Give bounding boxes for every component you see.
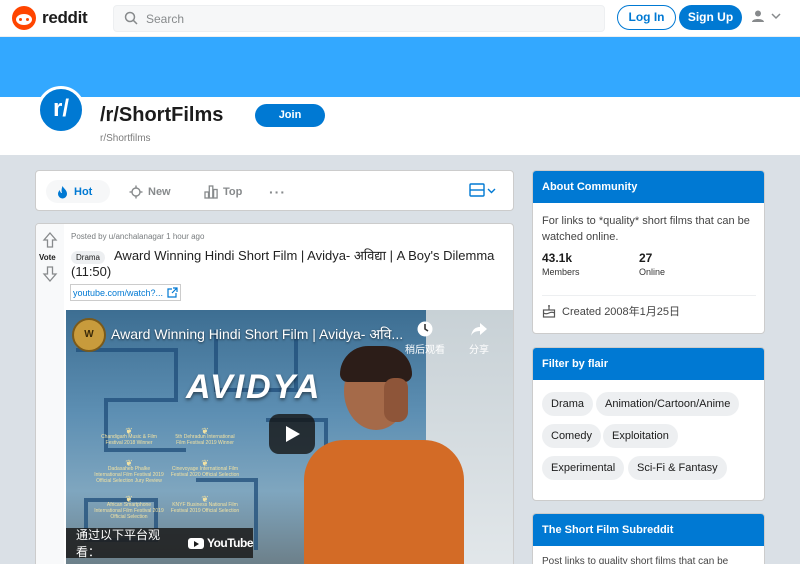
view-mode-dropdown[interactable] — [469, 183, 496, 197]
search-placeholder: Search — [146, 12, 185, 26]
short-film-subreddit-description: Post links to quality short films that c… — [542, 556, 729, 564]
post-meta: Posted by u/anchalanagar 1 hour ago — [71, 232, 205, 241]
watch-later-button[interactable]: 稍后观看 — [403, 320, 447, 356]
youtube-logo: YouTube — [187, 536, 254, 550]
share-arrow-icon — [471, 323, 487, 336]
festival-laurel: Dadasaheb Phalke International Film Fest… — [94, 460, 164, 484]
flair-chip-experimental[interactable]: Experimental — [542, 456, 625, 480]
video-embed[interactable]: W Award Winning Hindi Short Film | Avidy… — [66, 310, 513, 564]
flair-chip-comedy[interactable]: Comedy — [542, 424, 601, 448]
flame-icon — [58, 185, 67, 198]
video-figure-hand — [384, 378, 408, 422]
post-title[interactable]: Award Winning Hindi Short Film | Avidya-… — [71, 248, 501, 280]
flair-chip-exploitation[interactable]: Exploitation — [603, 424, 678, 448]
festival-laurel: Cinevoyage International Film Festival 2… — [170, 460, 240, 478]
watch-later-label: 稍后观看 — [405, 345, 445, 356]
flair-chip-drama[interactable]: Drama — [542, 392, 594, 416]
downvote-icon[interactable] — [42, 266, 58, 282]
video-channel-avatar[interactable]: W — [72, 318, 106, 352]
play-icon — [286, 426, 300, 442]
short-film-subreddit-widget: The Short Film Subreddit Post links to q… — [532, 513, 765, 564]
online-stat: 27 Online — [639, 251, 665, 277]
created-date: Created 2008年1月25日 — [542, 303, 680, 319]
search-input[interactable]: Search — [113, 5, 605, 32]
festival-laurel: KNYF Business National Film Festival 201… — [170, 496, 240, 514]
subreddit-avatar: r/ — [37, 86, 85, 134]
chevron-down-icon — [487, 188, 496, 193]
members-stat: 43.1k Members — [542, 251, 580, 277]
share-button[interactable]: 分享 — [462, 320, 496, 356]
youtube-play-icon — [187, 537, 204, 549]
post-link-text: youtube.com/watch?... — [73, 287, 164, 298]
filter-by-flair-widget: Filter by flair Drama Animation/Cartoon/… — [532, 347, 765, 501]
bar-chart-icon — [204, 184, 218, 199]
video-title[interactable]: Award Winning Hindi Short Film | Avidya-… — [111, 325, 403, 344]
post-card[interactable]: Vote Posted by u/anchalanagar 1 hour ago… — [35, 223, 514, 564]
upvote-icon[interactable] — [42, 232, 58, 248]
members-label: Members — [542, 267, 580, 277]
login-button[interactable]: Log In — [617, 5, 676, 30]
sort-hot-tab[interactable]: Hot — [46, 180, 110, 203]
youtube-wordmark: YouTube — [206, 536, 254, 550]
festival-laurel: Chandigarh Music & Film Festival 2018 Wi… — [94, 428, 164, 446]
user-icon — [752, 10, 764, 22]
cake-icon — [542, 305, 556, 318]
post-external-link[interactable]: youtube.com/watch?... — [70, 284, 182, 301]
sort-top-tab[interactable]: Top — [204, 180, 242, 203]
share-label: 分享 — [469, 345, 489, 356]
watch-on-youtube-bar[interactable]: 通过以下平台观看： YouTube — [66, 528, 254, 559]
sort-new-label: New — [148, 185, 171, 198]
about-community-heading: About Community — [533, 171, 764, 203]
vote-column: Vote — [36, 224, 64, 564]
sparkle-icon — [129, 185, 143, 198]
search-icon — [124, 11, 138, 25]
reddit-alien-icon — [12, 6, 36, 30]
user-menu-dropdown[interactable] — [751, 9, 781, 23]
subreddit-name: r/Shortfilms — [100, 133, 151, 144]
video-figure-body — [304, 440, 464, 564]
festival-laurel: 5th Dehradun International Film Festival… — [170, 428, 240, 446]
subreddit-title: /r/ShortFilms — [100, 104, 224, 126]
external-link-icon — [167, 287, 178, 298]
short-film-subreddit-heading: The Short Film Subreddit — [533, 514, 764, 546]
about-community-widget: About Community For links to *quality* s… — [532, 170, 765, 334]
flair-chip-animation[interactable]: Animation/Cartoon/Anime — [596, 392, 740, 416]
video-movie-title: AVIDYA — [186, 368, 322, 406]
flair-chip-scifi-fantasy[interactable]: Sci-Fi & Fantasy — [628, 456, 727, 480]
online-count: 27 — [639, 251, 653, 265]
sort-hot-label: Hot — [74, 185, 93, 198]
subreddit-banner — [0, 37, 800, 97]
sort-new-tab[interactable]: New — [129, 180, 171, 203]
online-label: Online — [639, 267, 666, 277]
top-header: reddit Search Log In Sign Up — [0, 0, 800, 37]
festival-laurel: African Smartphone International Film Fe… — [94, 496, 164, 520]
watch-on-label: 通过以下平台观看： — [76, 528, 161, 559]
more-options-button[interactable]: ··· — [269, 180, 286, 203]
chevron-down-icon — [771, 13, 781, 20]
signup-button[interactable]: Sign Up — [679, 5, 742, 30]
created-date-text: Created 2008年1月25日 — [562, 306, 681, 318]
clock-icon — [417, 321, 433, 337]
sort-top-label: Top — [223, 185, 243, 198]
filter-by-flair-heading: Filter by flair — [533, 348, 764, 380]
members-count: 43.1k — [542, 251, 573, 265]
logo-text: reddit — [42, 8, 88, 27]
sort-bar: Hot New Top ··· — [35, 170, 514, 211]
reddit-logo[interactable]: reddit — [12, 6, 88, 30]
vote-label: Vote — [39, 253, 56, 262]
play-button[interactable] — [269, 414, 315, 454]
divider — [542, 295, 756, 296]
video-figure-hair — [340, 346, 412, 382]
join-button[interactable]: Join — [255, 104, 325, 127]
card-view-icon — [469, 183, 485, 197]
community-description: For links to *quality* short films that … — [542, 215, 750, 243]
